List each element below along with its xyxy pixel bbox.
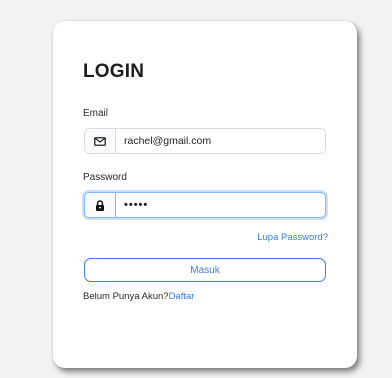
login-title: LOGIN [83,61,145,82]
signup-link[interactable]: Daftar [169,291,195,302]
email-input[interactable]: rachel@gmail.com [116,129,325,153]
login-button[interactable]: Masuk [84,258,326,282]
forgot-password-link[interactable]: Lupa Password? [257,232,328,243]
signup-row: Belum Punya Akun?Daftar [83,291,194,302]
password-input[interactable]: ••••• [116,193,325,217]
password-field[interactable]: ••••• [84,192,326,218]
envelope-icon [85,129,116,153]
email-label: Email [83,108,109,119]
email-field[interactable]: rachel@gmail.com [84,128,326,154]
login-card: LOGIN Email rachel@gmail.com Password ••… [53,21,357,368]
signup-prompt: Belum Punya Akun? [83,291,169,302]
lock-icon [85,193,116,217]
password-label: Password [83,172,127,183]
